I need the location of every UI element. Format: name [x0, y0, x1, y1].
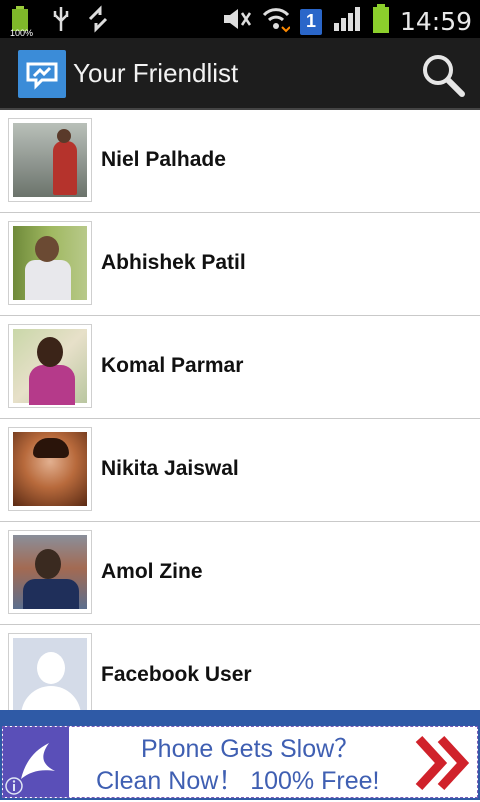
battery-full-icon	[372, 4, 390, 39]
page-title: Your Friendlist	[73, 58, 239, 88]
info-icon[interactable]	[4, 776, 24, 796]
friend-name: Abhishek Patil	[101, 251, 246, 274]
double-chevron-right-icon[interactable]	[413, 733, 470, 793]
clock: 14:59	[399, 7, 472, 36]
friend-list[interactable]: Niel Palhade Abhishek Patil Komal Parmar…	[0, 110, 480, 710]
list-item[interactable]: Niel Palhade	[0, 110, 480, 213]
avatar	[8, 633, 92, 710]
list-item[interactable]: Abhishek Patil	[0, 213, 480, 316]
ad-subline: Clean Now！ 100% Free!	[96, 767, 380, 795]
default-user-icon	[13, 638, 87, 710]
friend-name: Amol Zine	[101, 560, 203, 583]
avatar	[8, 324, 92, 408]
mute-icon	[220, 5, 252, 38]
status-bar: 100% 1 14:59	[0, 0, 480, 38]
search-button[interactable]	[420, 52, 466, 98]
usb-icon	[50, 5, 72, 38]
friend-name: Facebook User	[101, 663, 252, 686]
wifi-icon	[262, 5, 291, 38]
friend-name: Niel Palhade	[101, 148, 226, 171]
sync-icon	[86, 5, 110, 38]
action-bar: Your Friendlist	[0, 38, 480, 110]
battery-percent-label: 100%	[10, 27, 34, 38]
list-item[interactable]: Komal Parmar	[0, 316, 480, 419]
avatar	[8, 530, 92, 614]
friend-name: Komal Parmar	[101, 354, 244, 377]
ad-banner[interactable]: Phone Gets Slow？ Clean Now！ 100% Free!	[0, 710, 480, 800]
sim-icon: 1	[299, 8, 322, 35]
avatar	[8, 427, 92, 511]
search-icon	[423, 55, 465, 97]
battery-icon: 100%	[10, 5, 36, 38]
ad-content[interactable]: Phone Gets Slow？ Clean Now！ 100% Free!	[2, 726, 478, 798]
messenger-icon[interactable]	[18, 50, 66, 98]
list-item[interactable]: Nikita Jaiswal	[0, 419, 480, 522]
list-item[interactable]: Facebook User	[0, 625, 480, 710]
list-item[interactable]: Amol Zine	[0, 522, 480, 625]
friend-name: Nikita Jaiswal	[101, 457, 239, 480]
signal-icon	[332, 5, 362, 38]
avatar	[8, 118, 92, 202]
ad-headline: Phone Gets Slow？	[141, 735, 360, 763]
avatar	[8, 221, 92, 305]
